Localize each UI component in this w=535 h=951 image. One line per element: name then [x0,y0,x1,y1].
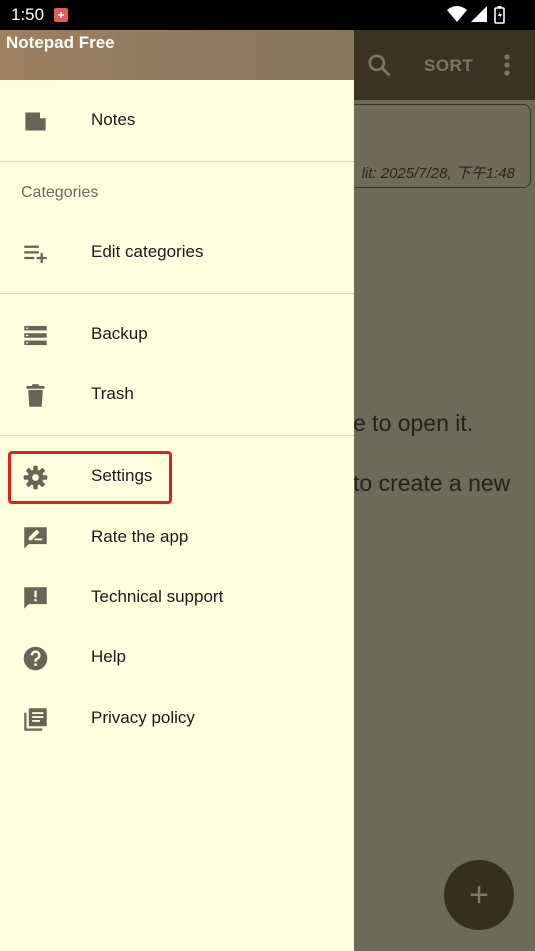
menu-item-label: Trash [91,384,134,403]
trash-icon [22,382,49,409]
add-note-button[interactable]: + [444,860,514,930]
menu-item-label: Edit categories [91,242,204,261]
menu-item-rate-the-app[interactable]: Rate the app [0,508,354,568]
categories-header: Categories [21,184,99,201]
wifi-icon [447,6,467,22]
notification-app-icon [54,8,68,22]
status-bar: 1:50 [0,0,535,30]
empty-hint-line-1: e to open it. [353,410,474,436]
library-books-icon [22,706,49,733]
menu-item-help[interactable]: Help [0,628,354,688]
divider [0,161,354,162]
menu-item-notes[interactable]: Notes [0,91,354,151]
more-options-icon[interactable] [500,50,514,80]
rate-review-icon [22,525,49,552]
status-time: 1:50 [11,5,45,24]
status-icons [447,5,513,25]
note-icon [22,108,49,135]
divider [0,435,354,436]
menu-item-label: Notes [91,110,136,129]
drawer-header: Notepad Free [0,30,354,80]
menu-item-privacy-policy[interactable]: Privacy policy [0,689,354,749]
divider [0,293,354,294]
feedback-icon [22,585,49,612]
menu-item-label: Privacy policy [91,708,195,727]
signal-icon [471,6,487,22]
note-edit-date: lit: 2025/7/28, 下午1:48 [361,165,515,182]
menu-item-label: Backup [91,324,148,343]
storage-icon [22,322,49,349]
menu-item-trash[interactable]: Trash [0,365,354,425]
menu-item-label: Help [91,647,126,666]
playlist-add-icon [22,240,49,267]
settings-highlight-box [8,451,172,504]
navigation-drawer: Notepad Free Notes Categories Edit categ… [0,30,354,951]
sort-button[interactable]: SORT [424,56,473,76]
menu-item-label: Technical support [91,587,224,606]
menu-item-label: Rate the app [91,527,189,546]
battery-icon [494,6,505,24]
menu-item-backup[interactable]: Backup [0,305,354,365]
drawer-app-title: Notepad Free [6,33,115,52]
help-icon [22,645,49,672]
search-icon[interactable] [366,52,392,78]
menu-item-technical-support[interactable]: Technical support [0,568,354,628]
empty-hint-line-2: to create a new [353,470,511,496]
menu-item-edit-categories[interactable]: Edit categories [0,223,354,283]
